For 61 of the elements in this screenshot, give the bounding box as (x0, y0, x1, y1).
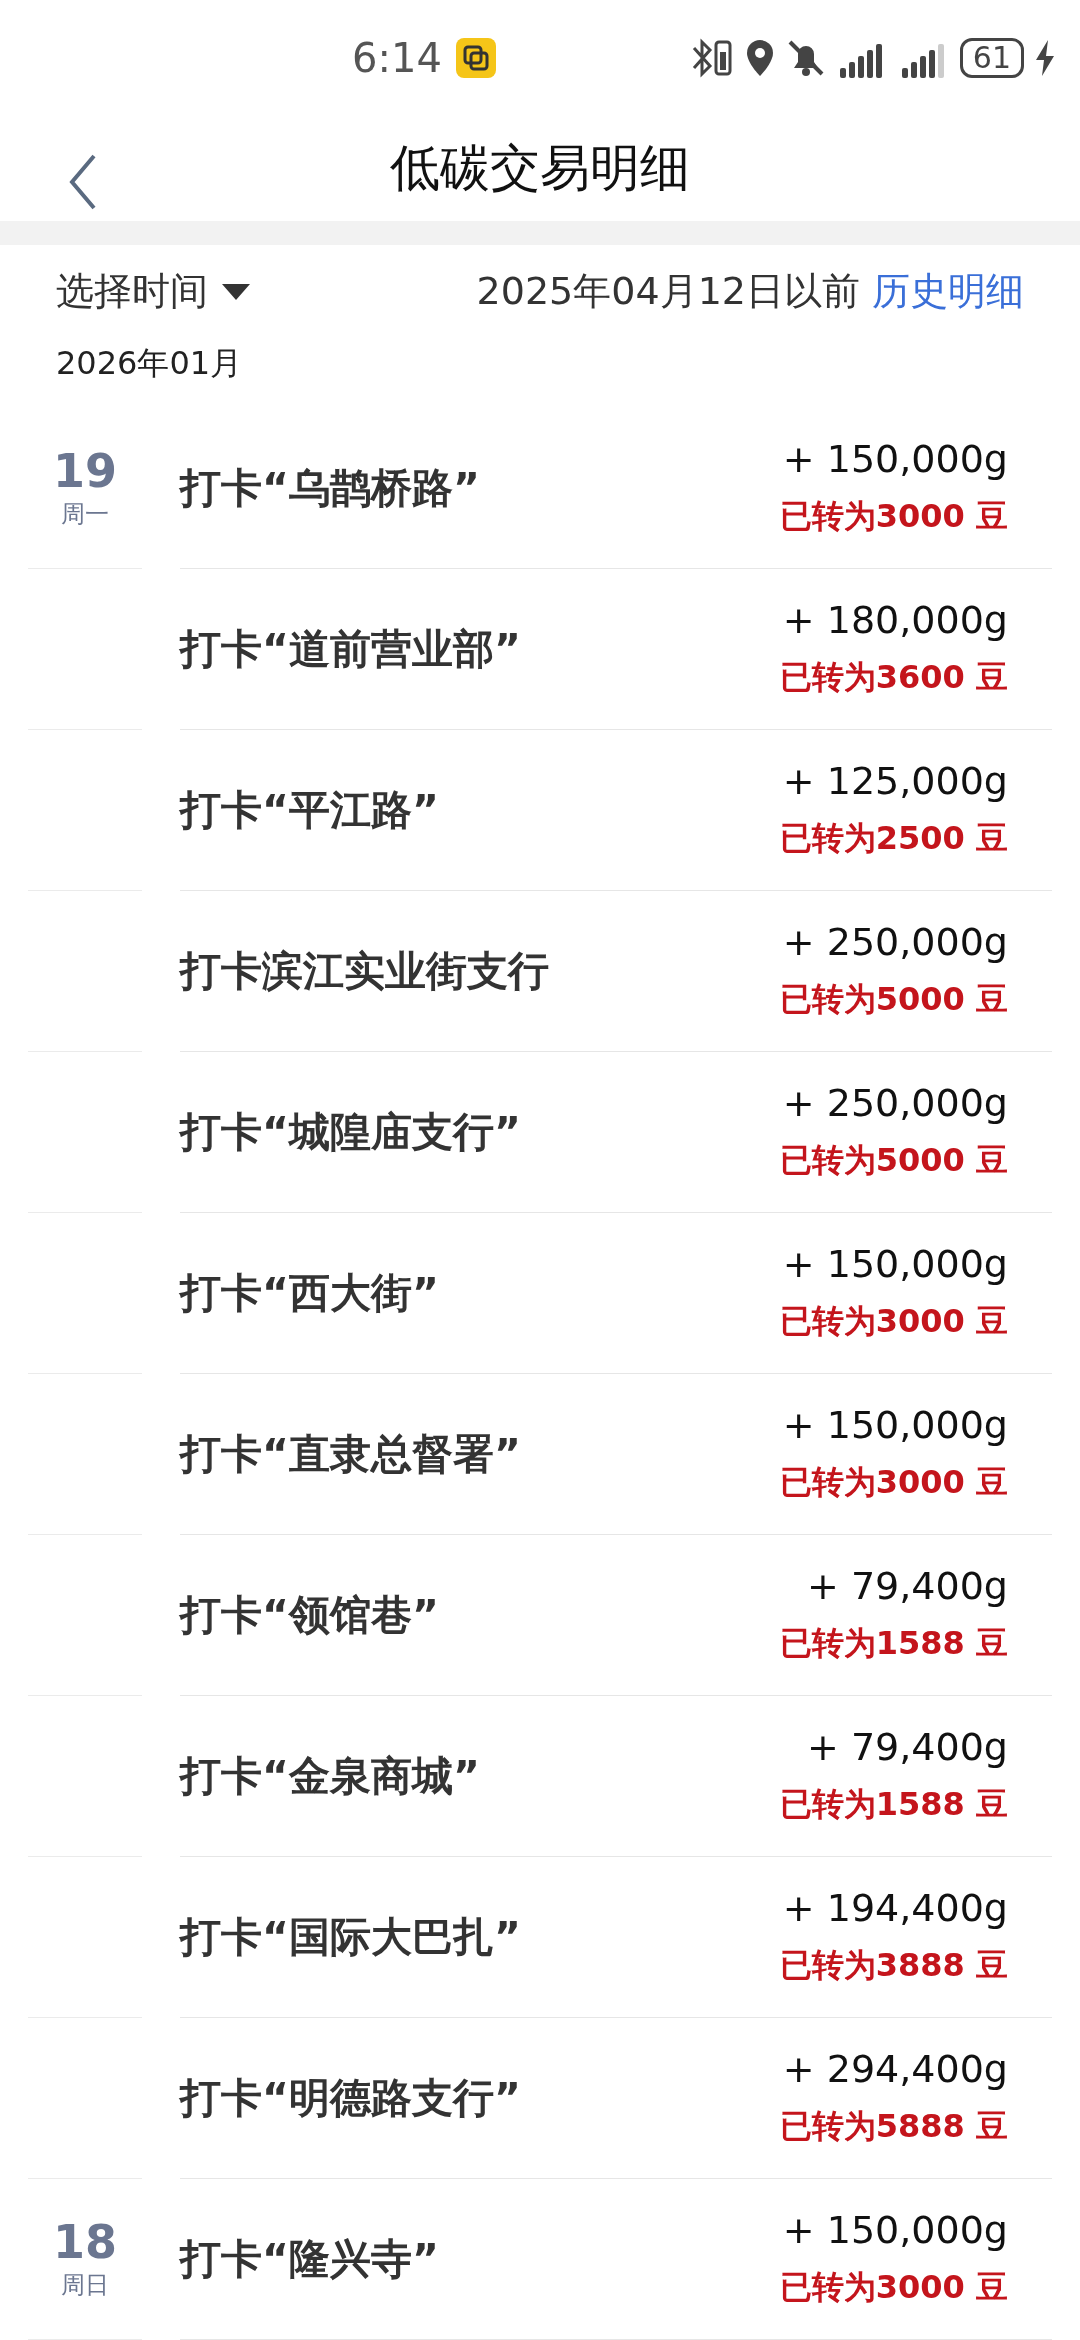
weekday-label: 周日 (61, 2270, 109, 2302)
weekday-label: 周一 (61, 499, 109, 531)
clock-time: 6:14 (352, 34, 442, 81)
month-label: 2026年01月 (56, 343, 243, 384)
converted-beans: 已转为1588 豆 (779, 1623, 1008, 1664)
day-number: 19 (53, 445, 117, 497)
time-picker[interactable]: 选择时间 (56, 266, 250, 318)
transaction-row[interactable]: 打卡“道前营业部” + 180,000g 已转为3600 豆 (180, 569, 1052, 730)
caret-icon (222, 281, 250, 302)
transaction-row[interactable]: 打卡“领馆巷” + 79,400g 已转为1588 豆 (180, 1535, 1052, 1696)
converted-beans: 已转为3888 豆 (779, 1945, 1008, 1986)
converted-beans: 已转为2500 豆 (779, 818, 1008, 859)
carbon-amount: + 250,000g (782, 920, 1008, 964)
transaction-title: 打卡“城隍庙支行” (180, 1106, 521, 1158)
converted-beans: 已转为3000 豆 (779, 2267, 1008, 2308)
converted-beans: 已转为3000 豆 (779, 1462, 1008, 1503)
transaction-title: 打卡“直隶总督署” (180, 1428, 521, 1480)
carbon-amount: + 79,400g (807, 1725, 1008, 1769)
transaction-title: 打卡“西大街” (180, 1267, 439, 1319)
transaction-row[interactable]: 打卡“平江路” + 125,000g 已转为2500 豆 (180, 730, 1052, 891)
transaction-title: 打卡“明德路支行” (180, 2072, 521, 2124)
transaction-row[interactable]: 打卡“城隍庙支行” + 250,000g 已转为5000 豆 (180, 1052, 1052, 1213)
history-link[interactable]: 历史明细 (872, 266, 1024, 318)
transaction-title: 打卡“乌鹊桥路” (180, 462, 480, 514)
transaction-row[interactable]: 打卡“西大街” + 150,000g 已转为3000 豆 (180, 1213, 1052, 1374)
carbon-amount: + 150,000g (782, 1403, 1008, 1447)
transaction-row[interactable]: 打卡“国际大巴扎” + 194,400g 已转为3888 豆 (180, 1857, 1052, 2018)
carbon-amount: + 150,000g (782, 437, 1008, 481)
converted-beans: 已转为3000 豆 (779, 1301, 1008, 1342)
converted-beans: 已转为3000 豆 (779, 496, 1008, 537)
carbon-amount: + 294,400g (782, 2047, 1008, 2091)
cutoff-date: 2025年04月12日以前 (476, 268, 860, 316)
transaction-title: 打卡“金泉商城” (180, 1750, 480, 1802)
transaction-row[interactable]: 打卡滨江实业街支行 + 250,000g 已转为5000 豆 (180, 891, 1052, 1052)
converted-beans: 已转为3600 豆 (779, 657, 1008, 698)
transaction-title: 打卡“道前营业部” (180, 623, 521, 675)
converted-beans: 已转为5888 豆 (779, 2106, 1008, 2147)
converted-beans: 已转为5000 豆 (779, 1140, 1008, 1181)
carbon-amount: + 150,000g (782, 1242, 1008, 1286)
transaction-row[interactable]: 打卡“隆兴寺” + 150,000g 已转为3000 豆 (180, 2179, 1052, 2340)
page-title: 低碳交易明细 (390, 137, 690, 199)
converted-beans: 已转为5000 豆 (779, 979, 1008, 1020)
transaction-row[interactable]: 打卡“明德路支行” + 294,400g 已转为5888 豆 (180, 2018, 1052, 2179)
converted-beans: 已转为1588 豆 (779, 1784, 1008, 1825)
day-number: 18 (53, 2216, 117, 2268)
transaction-title: 打卡滨江实业街支行 (180, 945, 549, 997)
transaction-title: 打卡“国际大巴扎” (180, 1911, 521, 1963)
transaction-title: 打卡“隆兴寺” (180, 2233, 439, 2285)
app-notification-icon (455, 37, 496, 78)
carbon-amount: + 250,000g (782, 1081, 1008, 1125)
transaction-row[interactable]: 打卡“直隶总督署” + 150,000g 已转为3000 豆 (180, 1374, 1052, 1535)
carbon-amount: + 180,000g (782, 598, 1008, 642)
transaction-title: 打卡“平江路” (180, 784, 439, 836)
carbon-amount: + 150,000g (782, 2208, 1008, 2252)
battery-level: 61 (959, 37, 1024, 78)
carbon-amount: + 79,400g (807, 1564, 1008, 1608)
transaction-title: 打卡“领馆巷” (180, 1589, 439, 1641)
carbon-amount: + 125,000g (782, 759, 1008, 803)
transaction-row[interactable]: 打卡“金泉商城” + 79,400g 已转为1588 豆 (180, 1696, 1052, 1857)
carbon-amount: + 194,400g (782, 1886, 1008, 1930)
transaction-row[interactable]: 打卡“乌鹊桥路” + 150,000g 已转为3000 豆 (180, 408, 1052, 569)
